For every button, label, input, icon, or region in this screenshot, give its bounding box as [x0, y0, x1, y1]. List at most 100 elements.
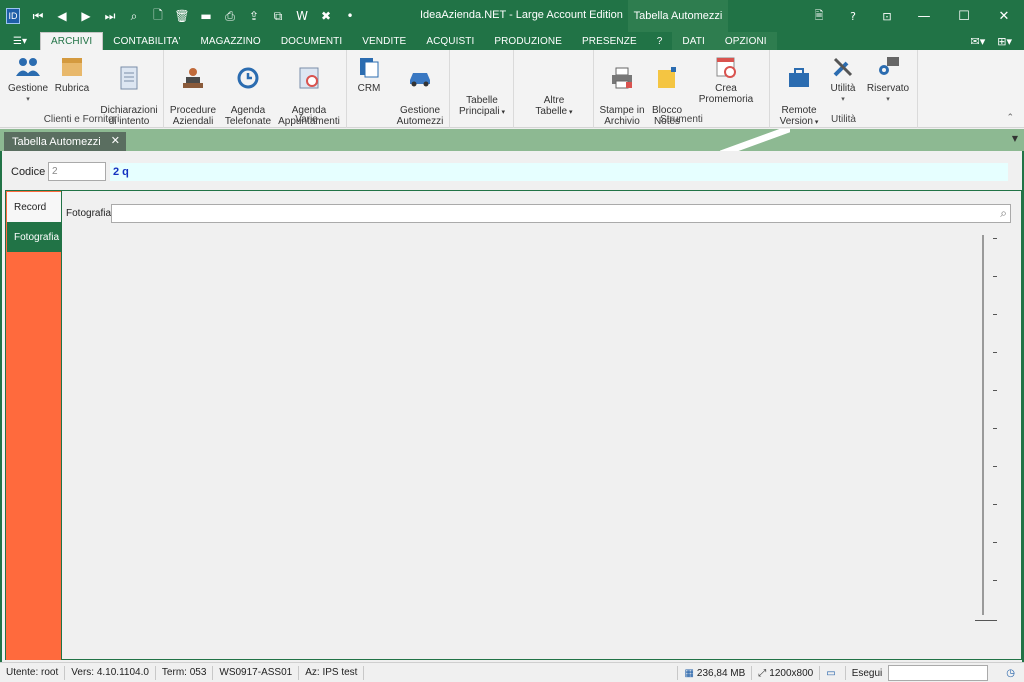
help-button[interactable]: ?	[836, 0, 870, 32]
crm-button[interactable]: CRM	[353, 54, 385, 94]
refresh-icon[interactable]: ◷	[1000, 666, 1024, 680]
group-crm: CRM Gestione Automezzi	[346, 50, 450, 128]
status-memoria: ▦ 236,84 MB	[677, 666, 751, 680]
tab-dati[interactable]: DATI	[672, 32, 714, 50]
status-right: ▦ 236,84 MB ⤢ 1200x800 ▭ Esegui ◷	[677, 663, 1024, 682]
tab-archivi[interactable]: ARCHIVI	[40, 32, 104, 50]
riservato-button[interactable]: Riservato ▾	[864, 54, 912, 105]
group-clienti-fornitori: Gestione ▾ Rubrica Dichiarazioni di inte…	[0, 50, 164, 128]
minimize-button[interactable]: —	[904, 0, 944, 32]
tab-fotografia[interactable]: Fotografia	[7, 222, 61, 252]
tab-presenze[interactable]: PRESENZE	[572, 32, 647, 50]
esegui-label: Esegui	[844, 666, 889, 680]
printer-icon	[608, 65, 636, 91]
image-scrollbar[interactable]	[982, 235, 984, 615]
history-icon	[234, 65, 262, 91]
gestione-automezzi-button[interactable]: Gestione Automezzi	[393, 54, 447, 127]
app-icon[interactable]: ID	[6, 8, 20, 24]
detail-panel: Record Fotografia Fotografia ⌕	[5, 190, 1022, 660]
first-record-icon[interactable]: ⏮	[26, 4, 50, 28]
app-menu-button[interactable]: ☰▾	[0, 32, 40, 50]
decorative-stripe	[720, 129, 790, 151]
memory-icon: ▦	[684, 667, 694, 679]
calendar-clock-icon	[295, 65, 323, 91]
delete-icon[interactable]: 🗑	[170, 4, 194, 28]
group-label-strumenti: Strumenti	[660, 114, 703, 125]
tab-opzioni[interactable]: OPZIONI	[715, 32, 777, 50]
fotografia-label: Fotografia	[66, 208, 112, 219]
layout-icon[interactable]: ⊞▾	[997, 35, 1012, 48]
calendar-reminder-icon	[712, 54, 740, 80]
prev-record-icon[interactable]: ◀	[50, 4, 74, 28]
crea-promemoria-button[interactable]: Crea Promemoria	[688, 54, 764, 105]
title-bar: ID ⏮ ◀ ▶ ⏭ ⌕ 🗋 🗑 ▬ ⎙ ⇪ ⧉ W ✖ • IdeaAzien…	[0, 0, 1024, 32]
tabelle-principali-button[interactable]: Tabelle Principali ▾	[454, 84, 510, 118]
status-workstation: WS0917-ASS01	[213, 665, 300, 680]
next-record-icon[interactable]: ▶	[74, 4, 98, 28]
restore-ribbon-button[interactable]: ⊡	[870, 0, 904, 32]
close-tab-icon[interactable]: ✕	[111, 134, 120, 147]
group-tabelle: Tabelle Principali ▾	[450, 50, 514, 128]
context-tabs: DATI OPZIONI	[672, 32, 777, 50]
document-list-icon	[115, 65, 143, 91]
gears-icon	[874, 54, 902, 80]
collapse-ribbon-icon[interactable]: ⌃	[1006, 113, 1014, 123]
esegui-input[interactable]	[888, 665, 989, 681]
window-settings-icon[interactable]: ▭	[819, 666, 844, 680]
copy-icon[interactable]: ⧉	[266, 4, 290, 28]
browse-search-icon[interactable]: ⌕	[1000, 206, 1007, 221]
tab-vendite[interactable]: VENDITE	[352, 32, 416, 50]
document-icon[interactable]: 🗎	[802, 0, 836, 32]
quick-access-toolbar: ID ⏮ ◀ ▶ ⏭ ⌕ 🗋 🗑 ▬ ⎙ ⇪ ⧉ W ✖ •	[0, 0, 362, 32]
copy-docs-icon	[355, 54, 383, 80]
address-book-icon	[58, 54, 86, 80]
vertical-tabs: Record Fotografia	[6, 191, 62, 660]
window-controls: 🗎 ? ⊡ — ☐ ✕	[802, 0, 1024, 32]
status-risoluzione: ⤢ 1200x800	[751, 666, 819, 680]
tab-acquisti[interactable]: ACQUISTI	[416, 32, 484, 50]
tools-icon	[829, 54, 857, 80]
excel-export-icon[interactable]: ✖	[314, 4, 338, 28]
scroll-end-marker	[975, 620, 997, 621]
main-pane: Codice 2 q Record Fotografia Fotografia …	[0, 151, 1024, 662]
fotografia-field[interactable]: ⌕	[111, 204, 1011, 223]
context-tab-title: Tabella Automezzi	[628, 0, 728, 32]
mail-icon[interactable]: ✉▾	[971, 35, 986, 48]
pin-icon[interactable]: •	[338, 4, 362, 28]
tab-documenti[interactable]: DOCUMENTI	[271, 32, 352, 50]
close-button[interactable]: ✕	[984, 0, 1024, 32]
tab-help[interactable]: ?	[647, 32, 673, 50]
document-tab-strip: Tabella Automezzi ✕ ▼	[0, 129, 1024, 151]
tab-produzione[interactable]: PRODUZIONE	[484, 32, 572, 50]
tab-list-dropdown-icon[interactable]: ▼	[1012, 134, 1018, 143]
window-title: IdeaAzienda.NET - Large Account Edition	[420, 9, 623, 21]
altre-tabelle-button[interactable]: Altre Tabelle ▾	[524, 84, 584, 118]
rubrica-button[interactable]: Rubrica	[52, 54, 92, 94]
tab-contabilita[interactable]: CONTABILITA'	[103, 32, 190, 50]
maximize-button[interactable]: ☐	[944, 0, 984, 32]
scroll-tick	[993, 390, 997, 391]
sticky-note-icon	[653, 65, 681, 91]
open-folder-icon[interactable]: ▬	[194, 4, 218, 28]
ribbon-tab-row: ☰▾ ARCHIVI CONTABILITA' MAGAZZINO DOCUME…	[0, 32, 1024, 50]
search-icon[interactable]: ⌕	[122, 4, 146, 28]
group-utilita: Remote Version ▾ Utilità ▾ Riservato ▾ U…	[770, 50, 918, 128]
codice-input[interactable]	[48, 162, 106, 181]
group-label-utilita: Utilità	[830, 114, 856, 125]
group-altre-tabelle: Altre Tabelle ▾	[514, 50, 594, 128]
gestione-button[interactable]: Gestione ▾	[6, 54, 50, 105]
word-export-icon[interactable]: W	[290, 4, 314, 28]
export-icon[interactable]: ⇪	[242, 4, 266, 28]
group-label-clienti: Clienti e Fornitori	[43, 114, 120, 125]
scroll-tick	[993, 428, 997, 429]
new-record-icon[interactable]: 🗋	[146, 4, 170, 28]
last-record-icon[interactable]: ⏭	[98, 4, 122, 28]
tabrow-right-icons: ✉▾ ⊞▾	[971, 32, 1024, 50]
tab-magazzino[interactable]: MAGAZZINO	[190, 32, 270, 50]
scroll-tick	[993, 466, 997, 467]
tab-record[interactable]: Record	[7, 192, 61, 222]
print-icon[interactable]: ⎙	[218, 4, 242, 28]
doc-tab-tabella-automezzi[interactable]: Tabella Automezzi ✕	[4, 132, 126, 151]
person-desk-icon	[179, 65, 207, 91]
utilita-button[interactable]: Utilità ▾	[826, 54, 860, 105]
